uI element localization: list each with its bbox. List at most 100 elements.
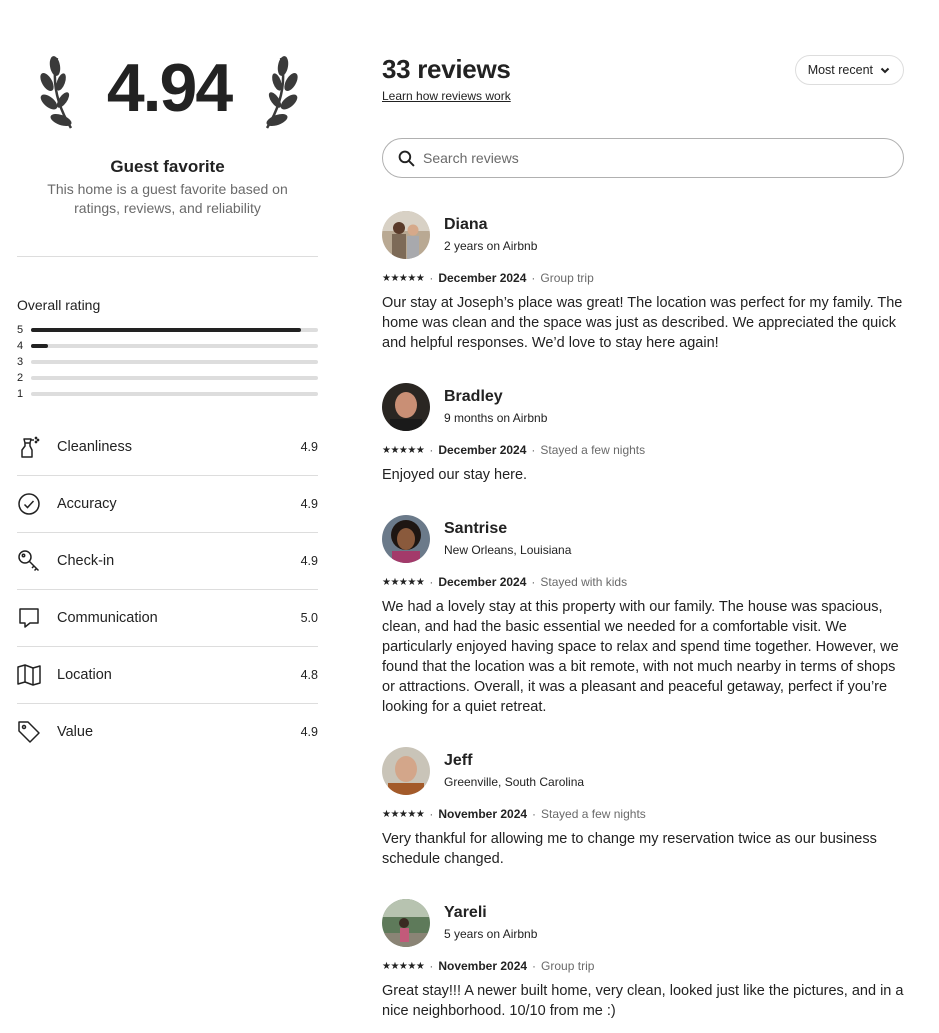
category-label: Accuracy: [57, 495, 117, 512]
rating-bar-label: 5: [17, 324, 24, 336]
trip-type: Stayed with kids: [540, 575, 628, 589]
reviewer-subtitle: 9 months on Airbnb: [444, 411, 548, 425]
rating-bar-label: 3: [17, 356, 24, 368]
star-rating: ★★★★★: [382, 960, 425, 972]
rating-bar-label: 2: [17, 372, 24, 384]
category-value-row: Value 4.9: [17, 703, 318, 760]
rating-bar-3: 3: [17, 355, 318, 369]
reviewer-subtitle: 5 years on Airbnb: [444, 927, 538, 941]
reviews-count-title: 33 reviews: [382, 54, 511, 84]
search-reviews-field[interactable]: [382, 138, 904, 178]
category-value: 4.9: [300, 496, 318, 511]
trip-type: Group trip: [540, 271, 594, 285]
category-cleanliness: Cleanliness 4.9: [17, 418, 318, 475]
rating-bar-fill: [31, 344, 49, 348]
category-value: 5.0: [300, 610, 318, 625]
sort-dropdown[interactable]: Most recent: [794, 55, 904, 85]
review-text: Great stay!!! A newer built home, very c…: [382, 983, 904, 1019]
review-meta: ★★★★★ · November 2024 · Stayed a few nig…: [382, 807, 646, 821]
meta-separator: ·: [531, 443, 536, 457]
meta-separator: ·: [429, 271, 434, 285]
category-location: Location 4.8: [17, 646, 318, 703]
category-accuracy: Accuracy 4.9: [17, 475, 318, 532]
review-meta: ★★★★★ · November 2024 · Group trip: [382, 959, 594, 973]
summary-divider: [17, 256, 318, 257]
reviewer-subtitle: 2 years on Airbnb: [444, 239, 538, 253]
search-input[interactable]: [423, 150, 863, 166]
laurel-right-icon: [265, 56, 298, 129]
trip-type: Stayed a few nights: [540, 443, 646, 457]
star-rating: ★★★★★: [382, 576, 425, 588]
map-icon: [17, 663, 41, 687]
star-rating: ★★★★★: [382, 808, 425, 820]
meta-separator: ·: [429, 807, 434, 821]
guest-favorite-description: This home is a guest favorite based on r…: [47, 181, 288, 216]
key-icon: [17, 549, 41, 573]
rating-bar-2: 2: [17, 371, 318, 385]
category-value: 4.9: [300, 553, 318, 568]
review-meta: ★★★★★ · December 2024 · Group trip: [382, 271, 594, 285]
category-check-in: Check-in 4.9: [17, 532, 318, 589]
chat-bubble-icon: [17, 606, 41, 630]
reviewer-subtitle: Greenville, South Carolina: [444, 775, 585, 789]
review-text: Enjoyed our stay here.: [382, 467, 528, 483]
category-label: Location: [57, 666, 112, 683]
avatar[interactable]: [382, 383, 430, 431]
rating-bar-label: 1: [17, 388, 24, 400]
review-date: November 2024: [438, 959, 528, 973]
rating-bar-track: [31, 360, 318, 364]
star-rating: ★★★★★: [382, 272, 425, 284]
category-label: Check-in: [57, 552, 115, 569]
category-label: Cleanliness: [57, 438, 132, 455]
meta-separator: ·: [429, 575, 434, 589]
category-label: Communication: [57, 609, 158, 626]
star-rating: ★★★★★: [382, 444, 425, 456]
meta-separator: ·: [531, 575, 536, 589]
chevron-down-icon: [880, 67, 890, 74]
meta-separator: ·: [429, 443, 434, 457]
learn-how-reviews-work-link[interactable]: Learn how reviews work: [382, 89, 511, 103]
review-date: December 2024: [438, 443, 527, 457]
reviewer-name: Diana: [444, 216, 488, 233]
overall-rating-title: Overall rating: [17, 297, 101, 313]
check-circle-icon: [17, 492, 41, 516]
review-date: December 2024: [438, 575, 527, 589]
category-value: 4.9: [300, 724, 318, 739]
meta-separator: ·: [429, 959, 434, 973]
avatar[interactable]: [382, 211, 430, 259]
guest-favorite-badge: 4.94: [39, 48, 299, 144]
reviewer-subtitle: New Orleans, Louisiana: [444, 543, 572, 557]
category-value: 4.9: [300, 439, 318, 454]
review-text: We had a lovely stay at this property wi…: [382, 599, 899, 715]
rating-bar-track: [31, 392, 318, 396]
reviewer-name: Bradley: [444, 388, 503, 405]
review-meta: ★★★★★ · December 2024 · Stayed with kids: [382, 575, 627, 589]
rating-bar-4: 4: [17, 339, 318, 353]
meta-separator: ·: [531, 271, 536, 285]
review-text: Very thankful for allowing me to change …: [382, 831, 877, 867]
rating-bar-1: 1: [17, 387, 318, 401]
avatar[interactable]: [382, 899, 430, 947]
review-meta: ★★★★★ · December 2024 · Stayed a few nig…: [382, 443, 645, 457]
rating-bar-fill: [31, 328, 301, 332]
sort-label: Most recent: [807, 63, 873, 77]
guest-favorite-title: Guest favorite: [110, 157, 225, 176]
reviewer-name: Jeff: [444, 752, 473, 769]
rating-bar-label: 4: [17, 340, 24, 352]
meta-separator: ·: [532, 959, 537, 973]
avatar[interactable]: [382, 515, 430, 563]
category-value: 4.8: [300, 667, 318, 682]
reviewer-name: Yareli: [444, 904, 487, 921]
rating-bar-track: [31, 344, 318, 348]
category-label: Value: [57, 723, 94, 740]
category-communication: Communication 5.0: [17, 589, 318, 646]
avatar[interactable]: [382, 747, 430, 795]
review-text: Our stay at Joseph’s place was great! Th…: [382, 295, 903, 351]
trip-type: Stayed a few nights: [541, 807, 646, 821]
review-date: December 2024: [438, 271, 527, 285]
rating-bar-track: [31, 328, 318, 332]
trip-type: Group trip: [541, 959, 595, 973]
tag-icon: [17, 720, 41, 744]
rating-bar-track: [31, 376, 318, 380]
review-date: November 2024: [438, 807, 528, 821]
